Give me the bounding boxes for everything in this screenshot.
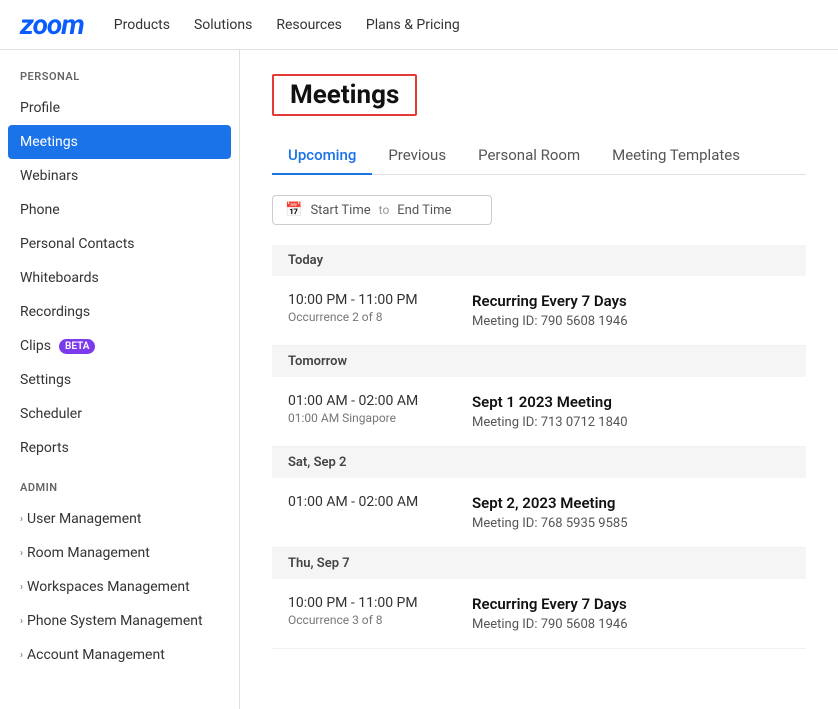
chevron-right-icon: › (20, 548, 23, 559)
calendar-icon: 📅 (285, 202, 302, 218)
admin-section-label: ADMIN (0, 481, 239, 502)
chevron-right-icon: › (20, 650, 23, 661)
nav-products[interactable]: Products (114, 13, 170, 37)
date-filter[interactable]: 📅 Start Time to End Time (272, 195, 492, 225)
zoom-logo[interactable]: zoom (20, 8, 84, 41)
sidebar-item-room-management[interactable]: › Room Management (0, 536, 239, 570)
meeting-id: Meeting ID: 713 0712 1840 (472, 415, 628, 430)
meetings-list: Today 10:00 PM - 11:00 PM Occurrence 2 o… (272, 245, 806, 649)
group-header-tomorrow: Tomorrow (272, 346, 806, 377)
meeting-title: Recurring Every 7 Days (472, 292, 628, 310)
chevron-right-icon: › (20, 582, 23, 593)
meeting-time: 01:00 AM - 02:00 AM (288, 393, 448, 409)
sidebar-item-webinars[interactable]: Webinars (0, 159, 239, 193)
sidebar-item-phone[interactable]: Phone (0, 193, 239, 227)
meeting-title: Sept 1 2023 Meeting (472, 393, 628, 411)
sidebar-item-phone-system-management[interactable]: › Phone System Management (0, 604, 239, 638)
sidebar-item-personal-contacts[interactable]: Personal Contacts (0, 227, 239, 261)
sidebar-item-settings[interactable]: Settings (0, 363, 239, 397)
nav-solutions[interactable]: Solutions (194, 13, 252, 37)
nav-resources[interactable]: Resources (276, 13, 342, 37)
tab-upcoming[interactable]: Upcoming (272, 136, 372, 174)
content-area: Meetings Upcoming Previous Personal Room… (240, 50, 838, 709)
meeting-info: Sept 1 2023 Meeting Meeting ID: 713 0712… (472, 393, 628, 430)
sidebar: PERSONAL Profile Meetings Webinars Phone… (0, 50, 240, 709)
meeting-item[interactable]: 01:00 AM - 02:00 AM 01:00 AM Singapore S… (272, 377, 806, 447)
meeting-time: 10:00 PM - 11:00 PM (288, 292, 448, 308)
group-header-sat-sep2: Sat, Sep 2 (272, 447, 806, 478)
page-title: Meetings (272, 74, 417, 116)
meeting-item[interactable]: 01:00 AM - 02:00 AM Sept 2, 2023 Meeting… (272, 478, 806, 548)
meeting-info: Sept 2, 2023 Meeting Meeting ID: 768 593… (472, 494, 628, 531)
group-header-today: Today (272, 245, 806, 276)
top-nav: zoom Products Solutions Resources Plans … (0, 0, 838, 50)
sidebar-item-user-management[interactable]: › User Management (0, 502, 239, 536)
nav-items: Products Solutions Resources Plans & Pri… (114, 13, 460, 37)
meeting-occurrence: 01:00 AM Singapore (288, 411, 448, 425)
nav-plans-pricing[interactable]: Plans & Pricing (366, 13, 460, 37)
chevron-right-icon: › (20, 514, 23, 525)
group-header-thu-sep7: Thu, Sep 7 (272, 548, 806, 579)
start-time-placeholder: Start Time (310, 203, 370, 218)
meeting-item[interactable]: 10:00 PM - 11:00 PM Occurrence 3 of 8 Re… (272, 579, 806, 649)
meeting-time-block: 01:00 AM - 02:00 AM (288, 494, 448, 512)
tab-meeting-templates[interactable]: Meeting Templates (596, 136, 756, 174)
sidebar-item-whiteboards[interactable]: Whiteboards (0, 261, 239, 295)
meeting-id: Meeting ID: 790 5608 1946 (472, 617, 628, 632)
end-time-placeholder: End Time (397, 203, 451, 218)
meeting-item[interactable]: 10:00 PM - 11:00 PM Occurrence 2 of 8 Re… (272, 276, 806, 346)
sidebar-item-scheduler[interactable]: Scheduler (0, 397, 239, 431)
sidebar-item-recordings[interactable]: Recordings (0, 295, 239, 329)
beta-badge: BETA (59, 339, 95, 354)
sidebar-item-reports[interactable]: Reports (0, 431, 239, 465)
meeting-info: Recurring Every 7 Days Meeting ID: 790 5… (472, 292, 628, 329)
meeting-time-block: 10:00 PM - 11:00 PM Occurrence 2 of 8 (288, 292, 448, 324)
date-separator: to (379, 203, 390, 217)
tab-previous[interactable]: Previous (372, 136, 462, 174)
meeting-time-block: 10:00 PM - 11:00 PM Occurrence 3 of 8 (288, 595, 448, 627)
meeting-time-block: 01:00 AM - 02:00 AM 01:00 AM Singapore (288, 393, 448, 425)
tabs-bar: Upcoming Previous Personal Room Meeting … (272, 136, 806, 175)
sidebar-item-profile[interactable]: Profile (0, 91, 239, 125)
meeting-id: Meeting ID: 790 5608 1946 (472, 314, 628, 329)
meeting-title: Sept 2, 2023 Meeting (472, 494, 628, 512)
meeting-time: 01:00 AM - 02:00 AM (288, 494, 448, 510)
chevron-right-icon: › (20, 616, 23, 627)
tab-personal-room[interactable]: Personal Room (462, 136, 596, 174)
meeting-occurrence: Occurrence 3 of 8 (288, 613, 448, 627)
meeting-occurrence: Occurrence 2 of 8 (288, 310, 448, 324)
personal-section-label: PERSONAL (0, 70, 239, 91)
sidebar-item-meetings[interactable]: Meetings (8, 125, 231, 159)
meeting-id: Meeting ID: 768 5935 9585 (472, 516, 628, 531)
meeting-title: Recurring Every 7 Days (472, 595, 628, 613)
meeting-info: Recurring Every 7 Days Meeting ID: 790 5… (472, 595, 628, 632)
sidebar-item-clips[interactable]: Clips BETA (0, 329, 239, 363)
meeting-time: 10:00 PM - 11:00 PM (288, 595, 448, 611)
sidebar-item-account-management[interactable]: › Account Management (0, 638, 239, 672)
sidebar-item-workspaces-management[interactable]: › Workspaces Management (0, 570, 239, 604)
